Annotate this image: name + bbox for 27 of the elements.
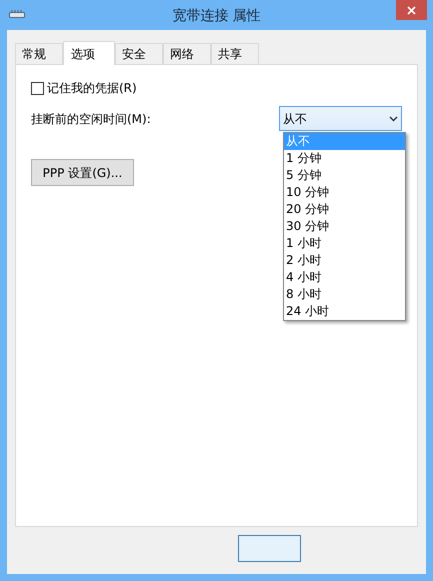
- field-label: 挂断前的空闲时间(M):: [31, 110, 151, 128]
- dropdown-option[interactable]: 30 分钟: [284, 218, 405, 235]
- chevron-down-icon: [389, 116, 398, 122]
- tab[interactable]: 共享: [211, 43, 259, 64]
- dropdown-option[interactable]: 5 分钟: [284, 167, 405, 184]
- tab[interactable]: 选项: [63, 41, 115, 65]
- network-adapter-icon: [9, 10, 25, 18]
- tab[interactable]: 常规: [15, 43, 63, 64]
- default-button[interactable]: [238, 535, 301, 562]
- dropdown-option[interactable]: 1 分钟: [284, 150, 405, 167]
- dropdown-option[interactable]: 2 小时: [284, 252, 405, 269]
- dropdown-option[interactable]: 1 小时: [284, 235, 405, 252]
- window-title: 宽带连接 属性: [172, 6, 261, 26]
- close-button[interactable]: [396, 0, 427, 20]
- dropdown-option[interactable]: 8 小时: [284, 286, 405, 303]
- dropdown-value: 从不: [283, 110, 307, 128]
- ppp-settings-button[interactable]: PPP 设置(G)...: [31, 159, 134, 186]
- close-icon: [407, 6, 416, 14]
- tab[interactable]: 网络: [163, 43, 211, 64]
- dropdown-option[interactable]: 24 小时: [284, 303, 405, 320]
- dropdown-option[interactable]: 4 小时: [284, 269, 405, 286]
- tab[interactable]: 安全: [115, 43, 163, 64]
- dropdown-option[interactable]: 10 分钟: [284, 184, 405, 201]
- checkbox-label: 记住我的凭据(R): [47, 80, 137, 97]
- checkbox[interactable]: [31, 82, 44, 94]
- dropdown-option[interactable]: 20 分钟: [284, 201, 405, 218]
- idle-time-dropdown[interactable]: 从不: [279, 106, 402, 131]
